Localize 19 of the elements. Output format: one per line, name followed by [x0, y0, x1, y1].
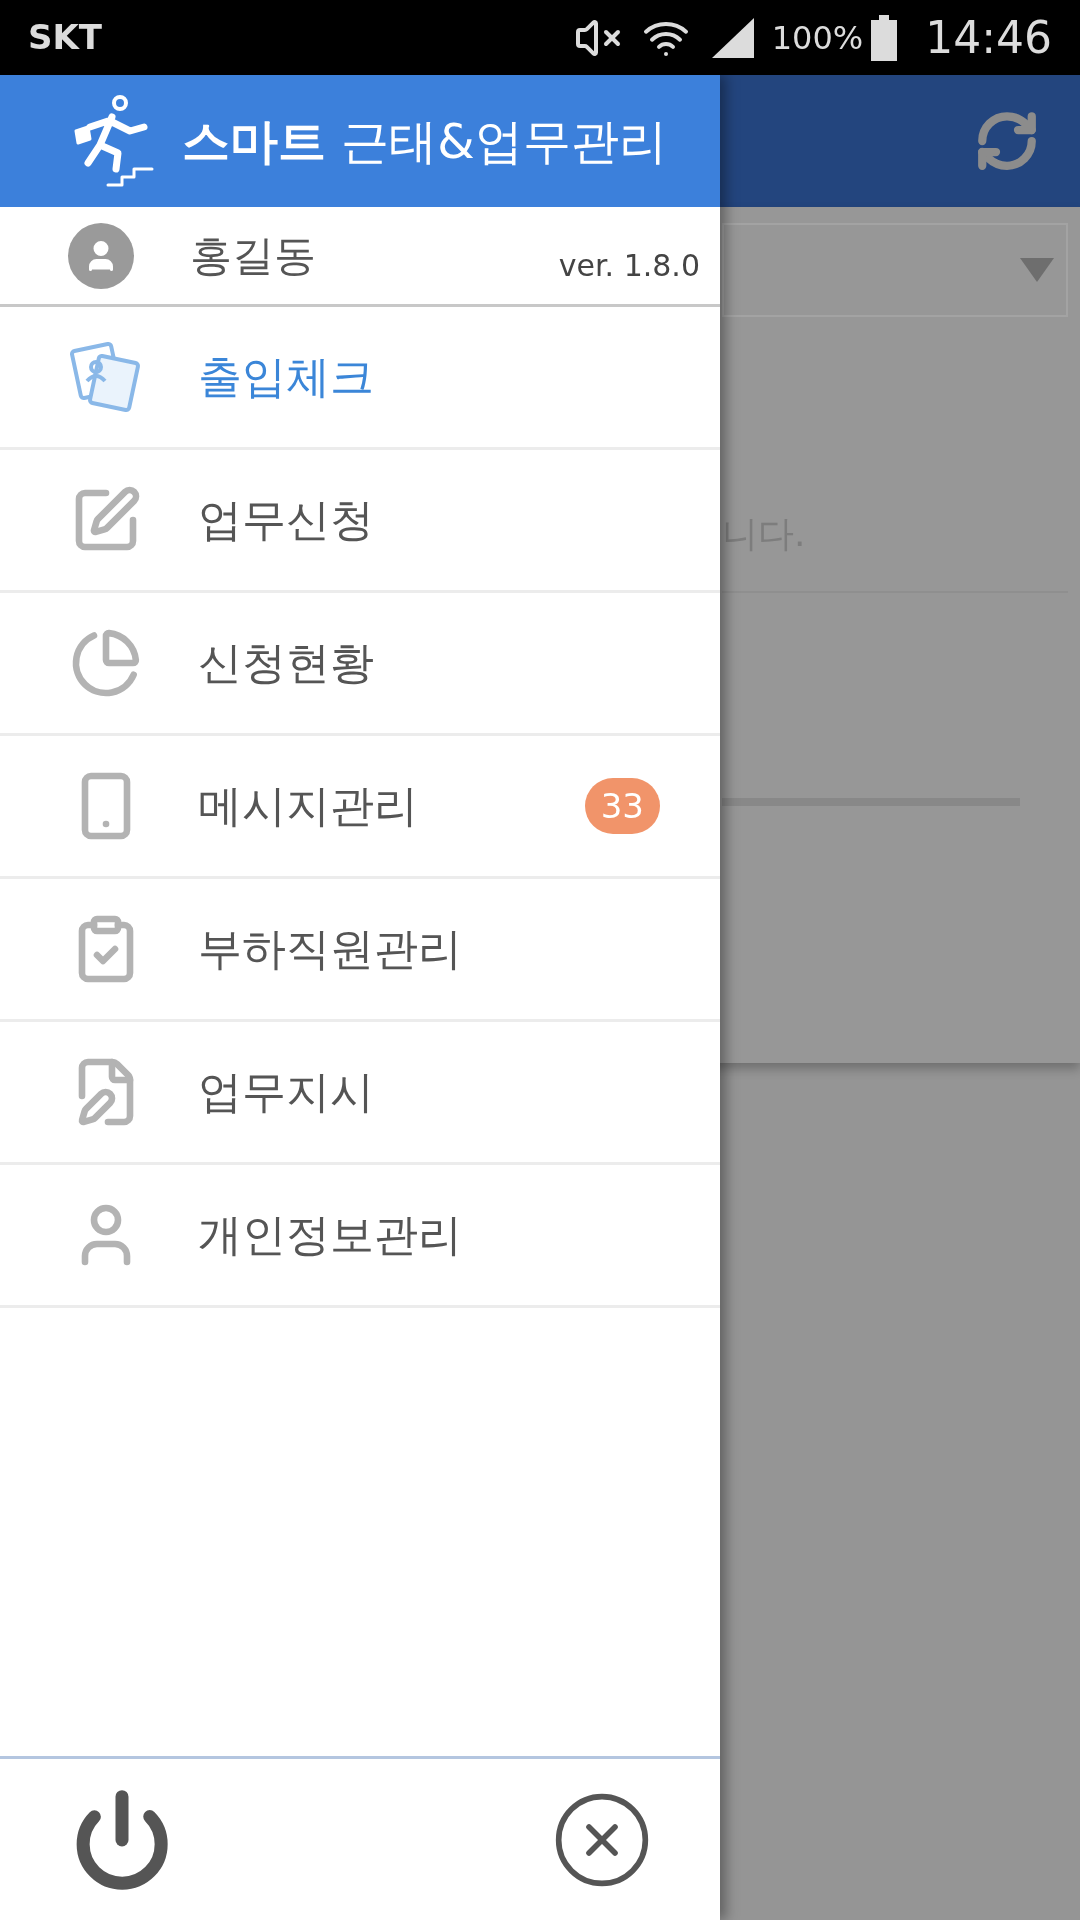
menu-item[interactable]: 메시지관리 33 — [0, 736, 720, 879]
carrier-name: SKT — [28, 16, 103, 59]
menu-item[interactable]: 신청현황 — [0, 593, 720, 736]
menu-item[interactable]: 출입체크 — [0, 307, 720, 450]
battery-icon — [871, 14, 898, 61]
count-badge: 33 — [584, 778, 660, 834]
menu-item[interactable]: 부하직원관리 — [0, 879, 720, 1022]
pie-chart-icon — [70, 627, 142, 699]
menu-item[interactable]: 개인정보관리 — [0, 1165, 720, 1308]
dropdown-arrow-icon — [1020, 258, 1054, 282]
app-title: 스마트 근태&업무관리 — [182, 112, 667, 171]
dropdown-field[interactable] — [722, 223, 1068, 317]
clock: 14:46 — [925, 10, 1052, 65]
menu-item[interactable]: 업무지시 — [0, 1022, 720, 1165]
menu-item[interactable]: 업무신청 — [0, 450, 720, 593]
id-cards-icon — [70, 341, 142, 413]
battery-percent: 100% — [771, 17, 864, 59]
user-name: 홍길동 — [190, 230, 316, 282]
version-label: ver. 1.8.0 — [558, 247, 700, 285]
